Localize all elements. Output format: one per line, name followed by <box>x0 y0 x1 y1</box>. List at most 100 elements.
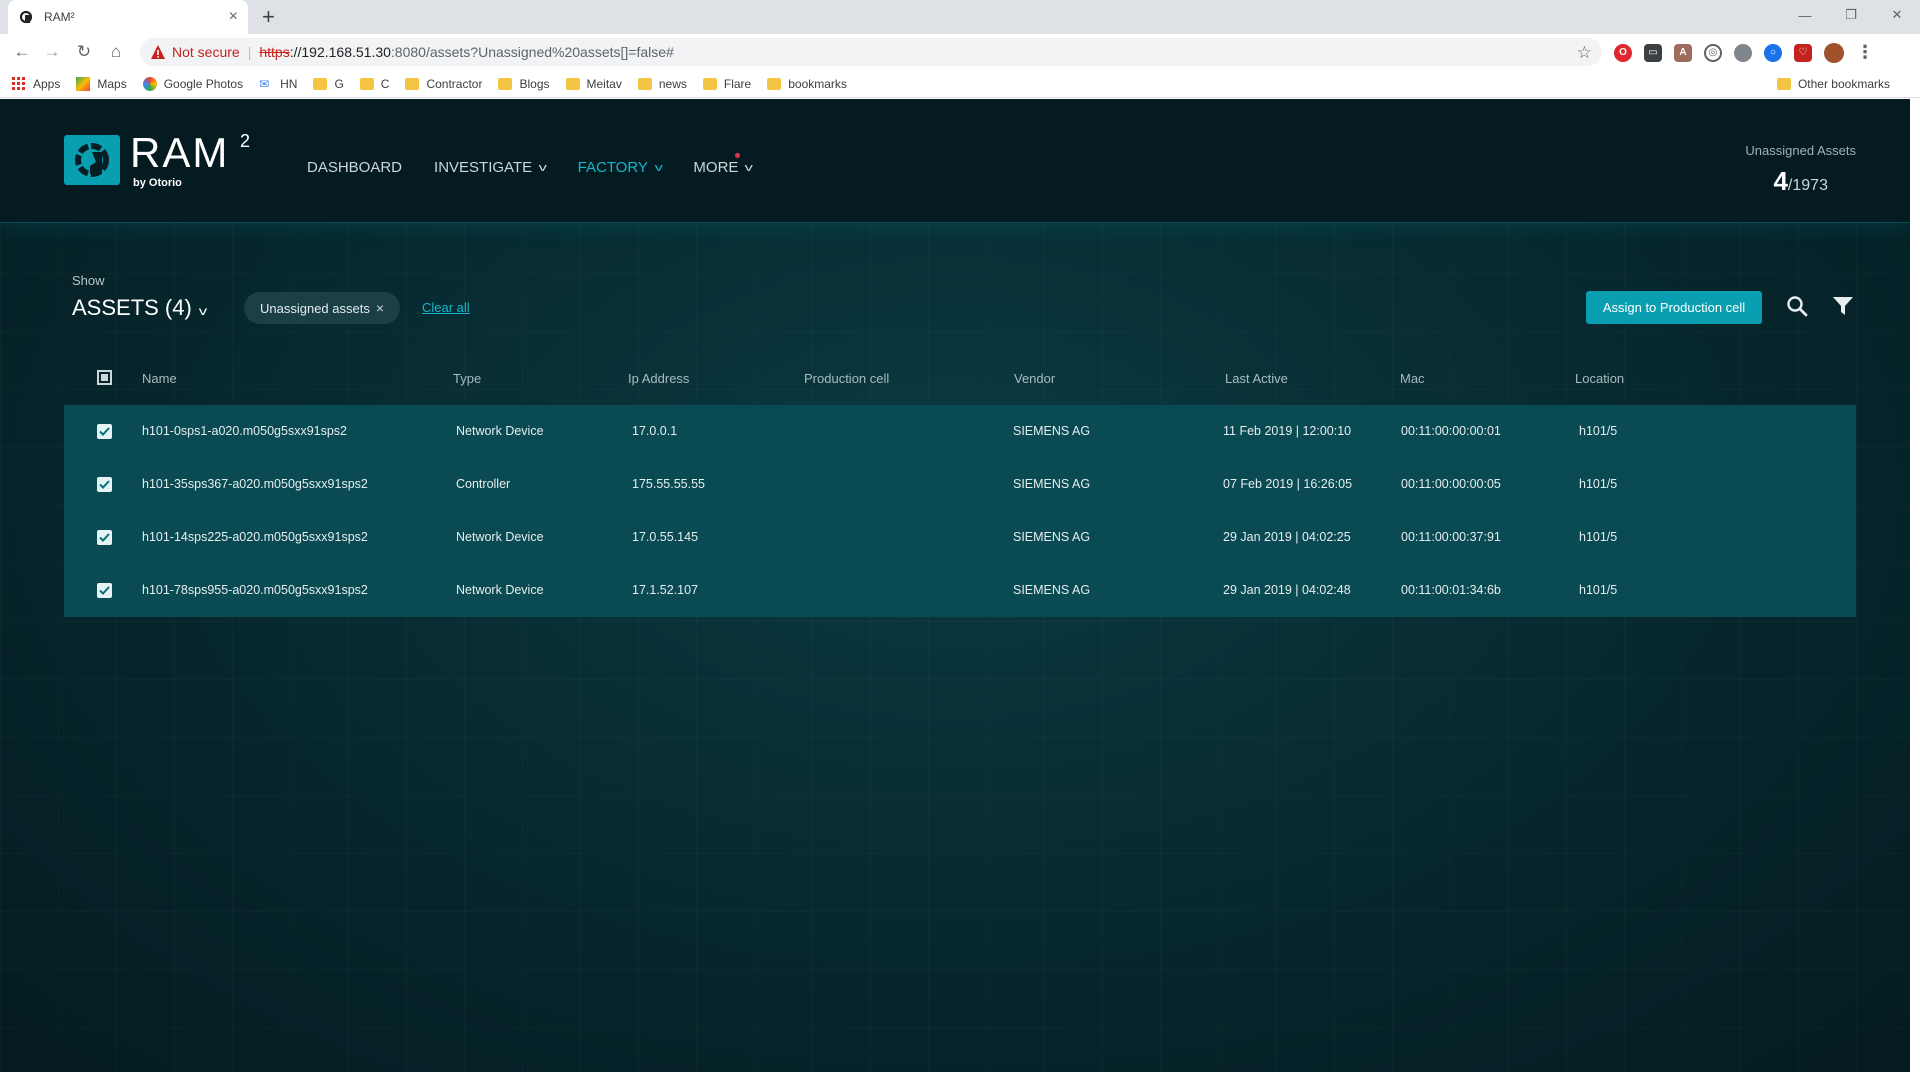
filter-chip-unassigned[interactable]: Unassigned assets × <box>244 292 401 324</box>
minimize-icon[interactable]: — <box>1782 0 1828 30</box>
extension-icon[interactable]: ○ <box>1764 43 1782 62</box>
notification-dot <box>735 153 741 158</box>
bookmark-folder[interactable]: Flare <box>702 77 751 91</box>
unassigned-assets-counter: Unassigned Assets 4/1973 <box>1745 143 1856 197</box>
cell-ip: 17.0.55.145 <box>632 530 699 544</box>
folder-icon <box>1776 78 1791 90</box>
apps-grid-icon <box>12 77 25 90</box>
cell-mac: 00:11:00:00:00:01 <box>1401 424 1501 438</box>
bookmark-hn[interactable]: ✉ HN <box>259 77 297 91</box>
filter-icon[interactable] <box>1830 293 1856 319</box>
table-row[interactable]: h101-78sps955-a020.m050g5sxx91sps2 Netwo… <box>64 564 1856 617</box>
cell-last-active: 07 Feb 2019 | 16:26:05 <box>1223 477 1353 491</box>
new-tab-icon[interactable]: + <box>262 4 275 30</box>
back-icon[interactable]: ← <box>10 40 34 64</box>
folder-icon <box>565 77 580 90</box>
tab-title: RAM² <box>44 10 75 24</box>
window-bottom-edge <box>0 1072 1920 1080</box>
browser-tabstrip: RAM² × + — ❐ ✕ <box>0 0 1920 34</box>
unassigned-count-value: 4 <box>1773 166 1788 196</box>
unassigned-count-total: /1973 <box>1787 177 1828 194</box>
cell-type: Network Device <box>456 583 544 597</box>
column-ip-address[interactable]: Ip Address <box>628 371 689 386</box>
column-location[interactable]: Location <box>1575 371 1624 386</box>
show-label: Show <box>72 273 105 288</box>
table-body: h101-0sps1-a020.m050g5sxx91sps2 Network … <box>64 405 1856 617</box>
nav-dashboard[interactable]: DASHBOARD <box>307 159 402 176</box>
pdf-extension-icon[interactable]: A <box>1674 43 1692 62</box>
column-type[interactable]: Type <box>453 371 481 386</box>
checkbox-checked-icon[interactable] <box>97 424 112 439</box>
checkbox-checked-icon[interactable] <box>97 530 112 545</box>
bookmark-folder[interactable]: Contractor <box>405 77 482 91</box>
nav-more[interactable]: MORE v <box>693 153 754 176</box>
forward-icon[interactable]: → <box>40 40 64 64</box>
cell-vendor: SIEMENS AG <box>1013 477 1091 491</box>
assets-dropdown[interactable]: ASSETS (4) v <box>72 295 207 321</box>
clear-all-link[interactable]: Clear all <box>422 300 470 315</box>
other-bookmarks[interactable]: Other bookmarks <box>1776 77 1890 91</box>
extension-icon[interactable]: ◎ <box>1704 43 1722 62</box>
address-bar[interactable]: Not secure | https ://192.168.51.30 :808… <box>140 38 1602 66</box>
browser-menu-icon[interactable]: ⋮ <box>1856 42 1874 63</box>
star-icon[interactable]: ☆ <box>1577 43 1592 63</box>
cell-location: h101/5 <box>1579 424 1618 438</box>
table-row[interactable]: h101-35sps367-a020.m050g5sxx91sps2 Contr… <box>64 458 1856 511</box>
cell-ip: 175.55.55.55 <box>632 477 705 491</box>
url-path: :8080/assets?Unassigned%20assets[]=false… <box>390 44 674 60</box>
select-all-checkbox[interactable] <box>97 370 112 385</box>
cell-mac: 00:11:00:01:34:6b <box>1401 583 1501 597</box>
extension-icon[interactable] <box>1734 43 1752 62</box>
search-icon[interactable] <box>1784 293 1810 319</box>
bookmark-folder[interactable]: news <box>637 77 687 91</box>
bookmark-folder[interactable]: C <box>359 77 389 91</box>
table-row[interactable]: h101-0sps1-a020.m050g5sxx91sps2 Network … <box>64 405 1856 458</box>
warning-icon <box>151 45 165 59</box>
checkbox-checked-icon[interactable] <box>97 477 112 492</box>
extension-icon[interactable]: ▭ <box>1644 43 1662 62</box>
cell-location: h101/5 <box>1579 530 1618 544</box>
column-last-active[interactable]: Last Active <box>1225 371 1288 386</box>
scrollbar-gutter <box>1910 99 1920 1080</box>
assign-to-production-cell-button[interactable]: Assign to Production cell <box>1586 291 1762 324</box>
ram-favicon-icon <box>18 9 34 25</box>
folder-icon <box>702 77 717 90</box>
nav-investigate[interactable]: INVESTIGATE v <box>434 159 547 176</box>
browser-toolbar: ← → ↻ ⌂ Not secure | https ://192.168.51… <box>0 34 1920 70</box>
reload-icon[interactable]: ↻ <box>72 40 96 64</box>
restore-icon[interactable]: ❐ <box>1828 0 1874 30</box>
profile-avatar[interactable] <box>1824 42 1844 63</box>
opera-extension-icon[interactable]: O <box>1614 43 1632 62</box>
bookmark-google-photos[interactable]: Google Photos <box>142 76 243 91</box>
column-production-cell[interactable]: Production cell <box>804 371 889 386</box>
column-mac[interactable]: Mac <box>1400 371 1425 386</box>
bookmark-folder[interactable]: Meitav <box>565 77 622 91</box>
maps-icon <box>76 76 91 91</box>
chip-remove-icon[interactable]: × <box>376 300 384 316</box>
tab-close-icon[interactable]: × <box>229 9 238 25</box>
bookmark-apps[interactable]: Apps <box>12 77 60 91</box>
bookmark-folder[interactable]: Blogs <box>498 77 550 91</box>
extensions: O ▭ A ◎ ○ ♡ ⋮ <box>1614 42 1874 63</box>
bookmark-maps[interactable]: Maps <box>76 76 127 91</box>
cell-mac: 00:11:00:00:00:05 <box>1401 477 1501 491</box>
cell-type: Network Device <box>456 424 544 438</box>
column-vendor[interactable]: Vendor <box>1014 371 1055 386</box>
cell-last-active: 29 Jan 2019 | 04:02:48 <box>1223 583 1351 597</box>
bookmark-folder[interactable]: bookmarks <box>767 77 847 91</box>
ram-logo-icon[interactable] <box>64 135 120 185</box>
column-name[interactable]: Name <box>142 371 177 386</box>
bookmark-folder[interactable]: G <box>313 77 344 91</box>
cell-last-active: 11 Feb 2019 | 12:00:10 <box>1223 424 1352 438</box>
folder-icon <box>405 77 420 90</box>
main-nav: DASHBOARD INVESTIGATE v FACTORY v MORE v <box>307 153 784 176</box>
checkbox-checked-icon[interactable] <box>97 583 112 598</box>
home-icon[interactable]: ⌂ <box>104 40 128 64</box>
browser-tab[interactable]: RAM² × <box>8 0 248 34</box>
pocket-extension-icon[interactable]: ♡ <box>1794 43 1812 62</box>
nav-factory[interactable]: FACTORY v <box>578 159 663 176</box>
chevron-down-icon: v <box>745 161 754 174</box>
assets-title: ASSETS (4) <box>72 295 192 320</box>
table-row[interactable]: h101-14sps225-a020.m050g5sxx91sps2 Netwo… <box>64 511 1856 564</box>
window-close-icon[interactable]: ✕ <box>1874 0 1920 30</box>
